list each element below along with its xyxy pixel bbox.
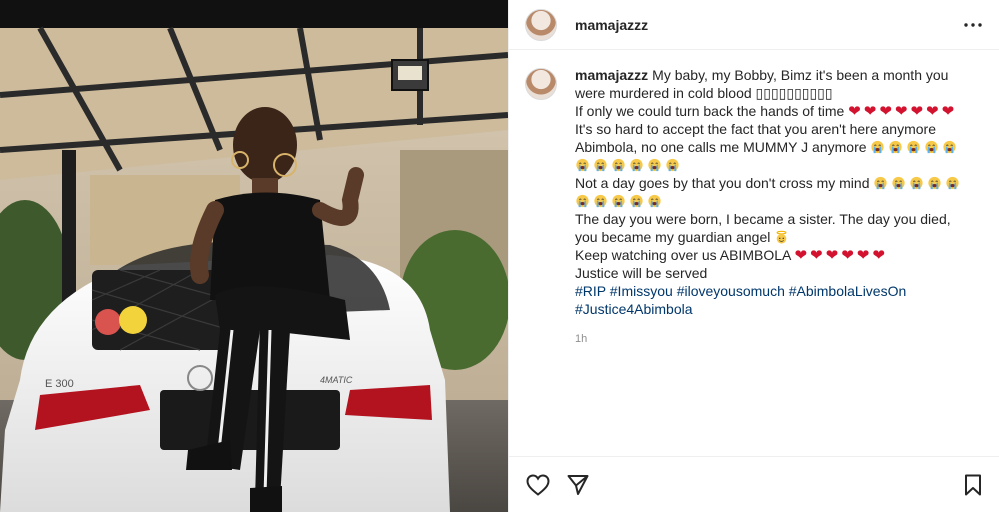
crying-emoji-icon xyxy=(593,193,611,209)
heart-emoji-row: ❤ ❤ ❤ ❤ ❤ ❤ xyxy=(794,246,887,264)
crying-emoji-icon xyxy=(647,193,665,209)
post-timestamp[interactable]: 1h xyxy=(575,330,975,348)
header-username[interactable]: mamajazzz xyxy=(575,17,648,33)
caption-text-2: If only we could turn back the hands of … xyxy=(575,103,845,119)
caption-avatar[interactable] xyxy=(525,68,557,100)
caption-line-4: Not a day goes by that you don't cross m… xyxy=(575,174,975,210)
post-header: mamajazzz xyxy=(509,0,999,50)
angel-emoji-icon xyxy=(776,230,787,244)
hashtag-link[interactable]: #Imissyou xyxy=(610,283,673,299)
caption-line-2: If only we could turn back the hands of … xyxy=(575,102,975,120)
paper-plane-icon[interactable] xyxy=(565,472,591,498)
crying-emoji-icon xyxy=(647,157,665,173)
caption-text-4: Not a day goes by that you don't cross m… xyxy=(575,175,870,191)
caption-line-7: Justice will be served xyxy=(575,265,708,281)
crying-emoji-icon xyxy=(942,139,960,155)
hashtag-link[interactable]: #AbimbolaLivesOn xyxy=(789,283,907,299)
heart-emoji-icon: ❤ xyxy=(794,246,808,264)
car-model-badge: E 300 xyxy=(45,378,74,390)
crying-emoji-icon xyxy=(575,193,593,209)
heart-emoji-icon: ❤ xyxy=(863,102,877,120)
crying-emoji-icon xyxy=(629,193,647,209)
crying-emoji-icon xyxy=(927,175,945,191)
post-actions xyxy=(509,456,999,512)
caption-body: mamajazzz My baby, my Bobby, Bimz it's be… xyxy=(575,66,975,348)
caption-line-6: Keep watching over us ABIMBOLA ❤ ❤ ❤ ❤ ❤ ❤ xyxy=(575,246,975,264)
crying-emoji-icon xyxy=(873,175,891,191)
crying-emoji-icon xyxy=(665,157,683,173)
heart-emoji-icon: ❤ xyxy=(910,102,924,120)
crying-emoji-icon xyxy=(945,175,963,191)
crying-emoji-icon xyxy=(924,139,942,155)
car-4matic-badge: 4MATIC xyxy=(320,375,353,385)
heart-emoji-icon: ❤ xyxy=(894,102,908,120)
heart-emoji-icon: ❤ xyxy=(848,102,861,120)
heart-emoji-icon: ❤ xyxy=(941,102,955,120)
caption-line-3: It's so hard to accept the fact that you… xyxy=(575,120,975,174)
heart-emoji-icon: ❤ xyxy=(825,246,839,264)
crying-emoji-icon xyxy=(870,139,888,155)
avatar[interactable] xyxy=(525,8,557,41)
caption-text-6: Keep watching over us ABIMBOLA xyxy=(575,247,791,263)
crying-emoji-icon xyxy=(888,139,906,155)
heart-emoji-icon: ❤ xyxy=(856,246,870,264)
heart-emoji-icon: ❤ xyxy=(872,246,885,264)
crying-emoji-icon xyxy=(629,157,647,173)
caption-line-1: mamajazzz My baby, my Bobby, Bimz it's be… xyxy=(575,66,975,102)
hashtag-link[interactable]: #iloveyousomuch xyxy=(677,283,785,299)
crying-emoji-icon xyxy=(909,175,927,191)
hashtag-line: #Justice4Abimbola xyxy=(575,300,975,318)
hashtag-link[interactable]: #RIP xyxy=(575,283,606,299)
crying-emoji-icon xyxy=(906,139,924,155)
crying-emoji-icon xyxy=(593,157,611,173)
caption-line-5: The day you were born, I became a sister… xyxy=(575,210,975,246)
photo-illustration: E 300 4MATIC xyxy=(0,0,508,512)
hashtag-link[interactable]: #Justice4Abimbola xyxy=(575,301,693,317)
post-caption: mamajazzz My baby, my Bobby, Bimz it's be… xyxy=(525,66,985,348)
crying-emoji-icon xyxy=(611,157,629,173)
post-photo[interactable]: E 300 4MATIC xyxy=(0,0,508,512)
caption-text-5: The day you were born, I became a sister… xyxy=(575,211,951,245)
crying-emoji-icon xyxy=(575,157,593,173)
crying-emoji-icon xyxy=(891,175,909,191)
crying-emoji-icon xyxy=(611,193,629,209)
heart-emoji-icon: ❤ xyxy=(879,102,892,120)
heart-emoji-icon: ❤ xyxy=(926,102,939,120)
bookmark-icon[interactable] xyxy=(960,472,986,498)
heart-emoji-row: ❤ ❤ ❤ ❤ ❤ ❤ ❤ xyxy=(848,102,957,120)
heart-emoji-icon: ❤ xyxy=(841,246,854,264)
heart-emoji-icon: ❤ xyxy=(810,246,823,264)
post-panel: mamajazzz mamajazzz My baby, my Bobby, Bi… xyxy=(508,0,999,512)
hashtag-line: #RIP #Imissyou #iloveyousomuch #Abimbola… xyxy=(575,282,975,300)
caption-username[interactable]: mamajazzz xyxy=(575,67,648,83)
more-horizontal-icon[interactable] xyxy=(961,13,985,37)
heart-outline-icon[interactable] xyxy=(525,472,551,498)
